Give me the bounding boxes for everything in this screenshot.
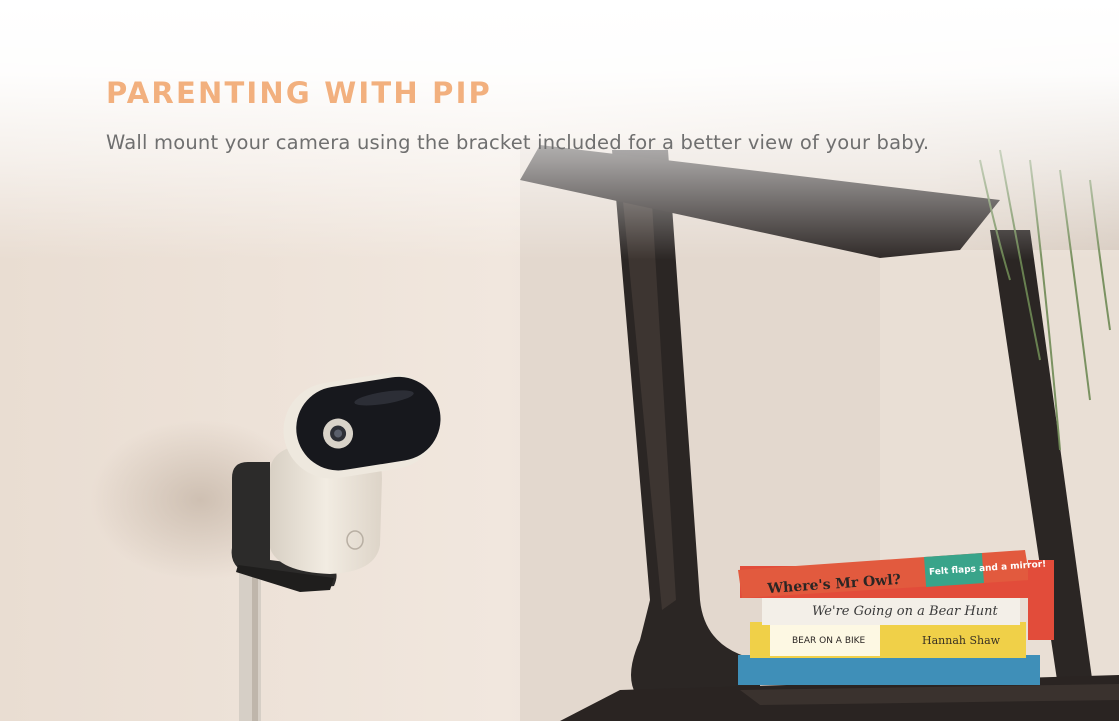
book-title-bear-hunt: We're Going on a Bear Hunt xyxy=(812,604,998,619)
section-caption: Wall mount your camera using the bracket… xyxy=(106,131,930,154)
section-eyebrow: PARENTING WITH PIP xyxy=(106,76,493,110)
book-author-hannah-shaw: Hannah Shaw xyxy=(922,634,1001,647)
book-stack: Where's Mr Owl? Felt flaps and a mirror!… xyxy=(738,550,1054,685)
header-fade-overlay xyxy=(0,0,1119,260)
book-title-bear-bike: BEAR ON A BIKE xyxy=(792,636,866,646)
